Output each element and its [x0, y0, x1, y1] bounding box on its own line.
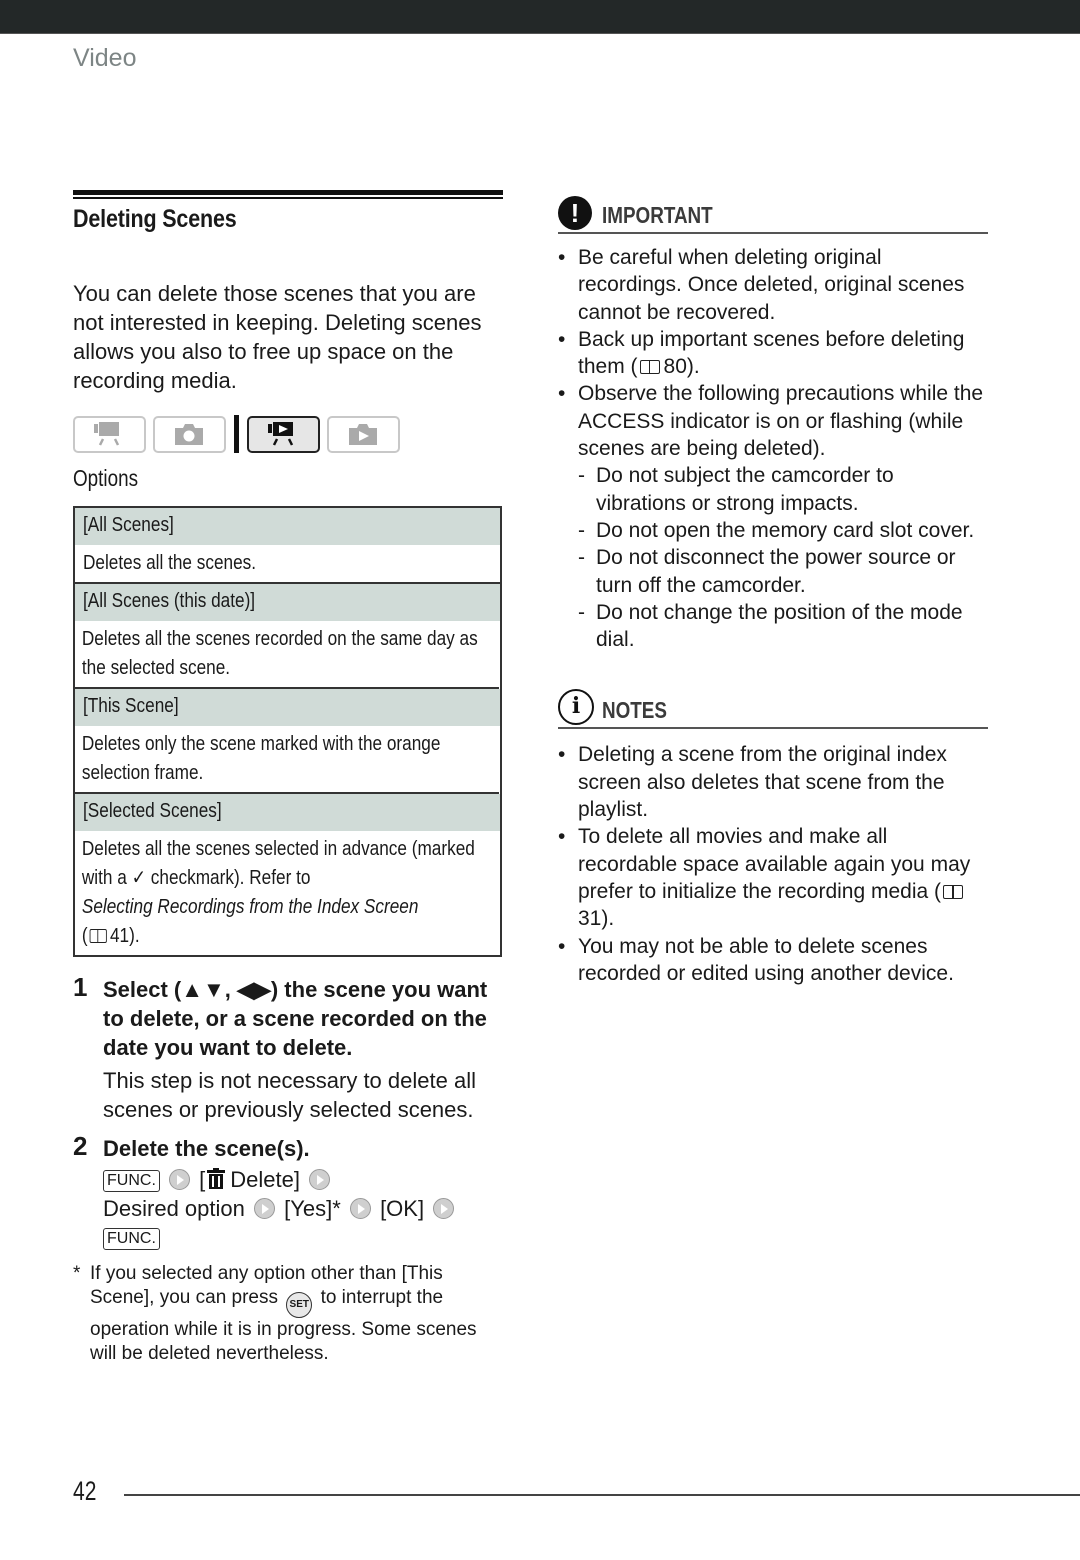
info-icon: i — [558, 689, 594, 726]
list-item-text: To delete all movies and make all record… — [578, 825, 971, 903]
option-name: [All Scenes (this date)] — [75, 584, 500, 621]
func-button: FUNC. — [103, 1170, 160, 1192]
page-title: Deleting Scenes — [73, 205, 237, 233]
top-bar — [0, 0, 1080, 34]
photo-record-mode-icon — [153, 415, 226, 453]
left-column: Deleting Scenes You can delete those sce… — [73, 190, 503, 1366]
option-name-text: [All Scenes (this date)] — [83, 590, 256, 612]
sub-list: Do not subject the camcorder to vibratio… — [578, 462, 988, 653]
list-item-text: Back up important scenes before deleting… — [578, 327, 965, 379]
important-header: ! IMPORTANT — [558, 196, 988, 234]
notes-block: i NOTES Deleting a scene from the origin… — [558, 689, 988, 987]
step-heading: Select (▲▼, ◀▶) the scene you want to de… — [103, 977, 488, 1060]
next-arrow-icon — [309, 1169, 331, 1190]
footnote-marker: * — [73, 1263, 81, 1284]
option-description-text: Deletes all the scenes. — [83, 552, 257, 574]
notes-title: NOTES — [602, 697, 667, 724]
cross-reference-link[interactable]: Selecting Recordings from the Index Scre… — [82, 896, 419, 918]
bracket: [ — [199, 1167, 206, 1192]
sub-list-item: Do not change the position of the mode d… — [578, 599, 988, 654]
option-description-text: checkmark). Refer to — [150, 867, 311, 889]
desired-option: Desired option — [103, 1196, 245, 1221]
section-label: Video — [73, 44, 137, 72]
option-description: Deletes all the scenes. — [75, 545, 500, 584]
option-name-text: [Selected Scenes] — [83, 800, 222, 822]
book-icon — [89, 929, 107, 943]
next-arrow-icon — [433, 1198, 455, 1219]
footnote: * If you selected any option other than … — [73, 1262, 503, 1366]
important-title: IMPORTANT — [602, 202, 713, 228]
page-reference: 80). — [663, 355, 700, 379]
checkmark-icon: ✓ — [131, 867, 147, 889]
option-name: [This Scene] — [75, 689, 500, 726]
exclamation-icon: ! — [558, 196, 592, 230]
notes-header: i NOTES — [558, 689, 988, 730]
option-description: Deletes only the scene marked with the o… — [75, 726, 499, 794]
step-body: This step is not necessary to delete all… — [103, 1068, 476, 1122]
movie-playback-mode-icon — [247, 415, 320, 453]
yes-option: [Yes]* — [284, 1196, 341, 1221]
book-icon — [943, 884, 964, 899]
step-sequence: FUNC. [ Delete] Desired option [Yes]* [OK… — [103, 1165, 503, 1252]
option-name-text: [All Scenes] — [83, 514, 174, 536]
list-item: You may not be able to delete scenes rec… — [558, 933, 988, 988]
step-number: 1 — [73, 972, 88, 1002]
list-item: Observe the following precautions while … — [558, 380, 988, 653]
next-arrow-icon — [349, 1198, 371, 1219]
sub-list-item: Do not disconnect the power source or tu… — [578, 544, 988, 599]
list-item-text: Observe the following precautions while … — [578, 382, 984, 461]
intro-paragraph: You can delete those scenes that you are… — [73, 281, 482, 393]
step-2: 2 Delete the scene(s). FUNC. [ Delete] De… — [73, 1131, 503, 1252]
next-arrow-icon — [169, 1169, 191, 1190]
trash-icon — [207, 1168, 226, 1189]
step-number: 2 — [73, 1131, 88, 1161]
option-name: [Selected Scenes] — [75, 794, 500, 831]
option-name-text: [This Scene] — [83, 695, 179, 717]
next-arrow-icon — [254, 1198, 275, 1219]
important-list: Be careful when deleting original record… — [558, 244, 988, 653]
list-item: Back up important scenes before deleting… — [558, 326, 988, 381]
options-title: Options — [73, 465, 138, 491]
mode-separator — [234, 415, 239, 453]
delete-menu-item: Delete] — [230, 1167, 300, 1192]
list-item: To delete all movies and make all record… — [558, 823, 988, 932]
movie-record-mode-icon — [73, 415, 146, 453]
func-button: FUNC. — [103, 1228, 160, 1250]
set-button-icon: SET — [286, 1292, 313, 1318]
step-heading: Delete the scene(s). — [103, 1136, 310, 1161]
right-column: ! IMPORTANT Be careful when deleting ori… — [558, 196, 988, 987]
title-rule — [73, 190, 503, 199]
list-item: Deleting a scene from the original index… — [558, 741, 988, 823]
book-icon — [639, 360, 660, 375]
option-description: Deletes all the scenes recorded on the s… — [75, 621, 499, 689]
mode-icons — [73, 415, 503, 453]
option-name: [All Scenes] — [75, 508, 500, 545]
sub-list-item: Do not subject the camcorder to vibratio… — [578, 462, 988, 517]
page-reference: 41). — [109, 925, 140, 947]
ok-option: [OK] — [380, 1196, 425, 1221]
sub-list-item: Do not open the memory card slot cover. — [578, 517, 988, 545]
photo-playback-mode-icon — [327, 415, 400, 453]
step-1: 1 Select (▲▼, ◀▶) the scene you want to … — [73, 972, 503, 1124]
footer-rule — [124, 1494, 1080, 1496]
notes-list: Deleting a scene from the original index… — [558, 741, 988, 987]
option-description: Deletes all the scenes selected in advan… — [75, 831, 499, 955]
options-table: [All Scenes] Deletes all the scenes. [Al… — [73, 506, 502, 957]
page-number: 42 — [73, 1476, 97, 1506]
page-reference: 31). — [578, 907, 615, 931]
list-item: Be careful when deleting original record… — [558, 244, 988, 326]
